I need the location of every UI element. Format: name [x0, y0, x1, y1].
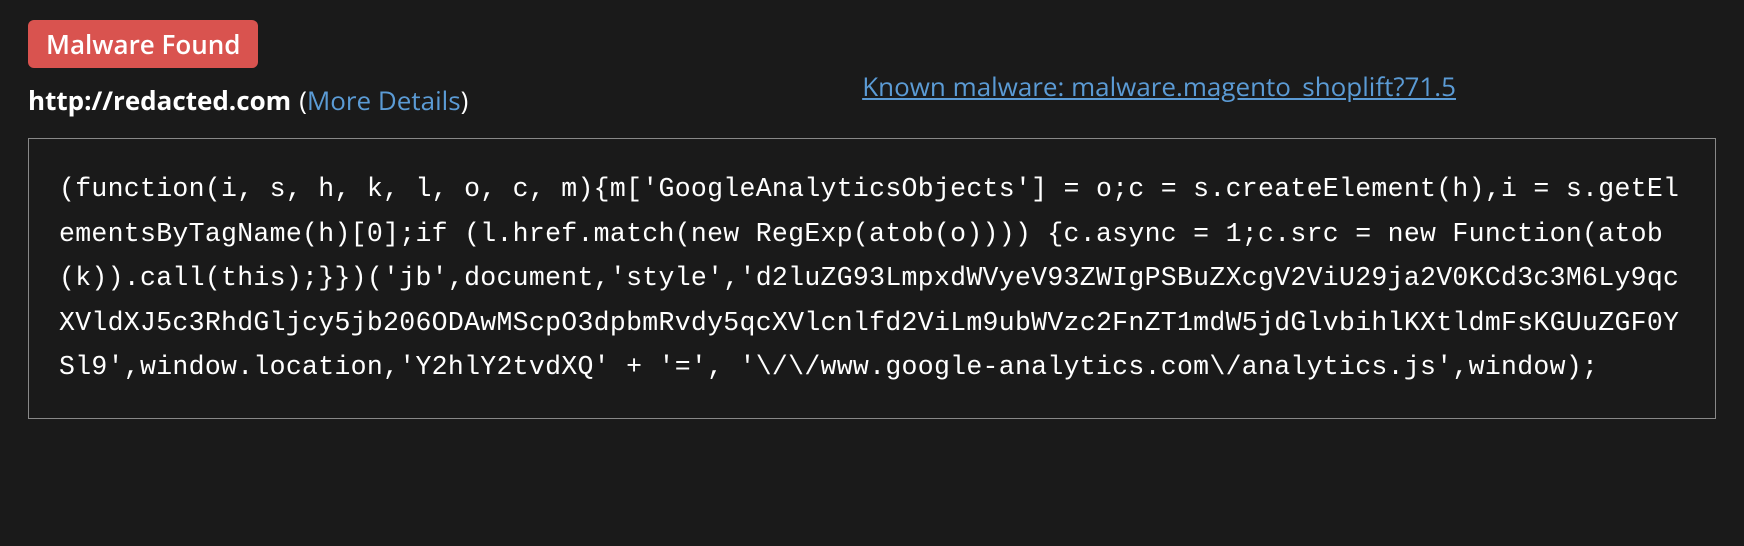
more-details-link[interactable]: More Details [307, 82, 461, 118]
known-malware-link-container: Known malware: malware.magento_shoplift?… [862, 68, 1456, 104]
url-paren-group: (More Details) [299, 82, 468, 118]
malware-code-block: (function(i, s, h, k, l, o, c, m){m['Goo… [28, 138, 1716, 419]
malware-badge: Malware Found [28, 20, 258, 68]
url-line: http://redacted.com (More Details) [28, 82, 468, 118]
close-paren: ) [461, 82, 469, 118]
known-malware-link[interactable]: Known malware: malware.magento_shoplift?… [862, 68, 1456, 104]
open-paren: ( [299, 82, 307, 118]
scanned-url: http://redacted.com [28, 82, 291, 118]
